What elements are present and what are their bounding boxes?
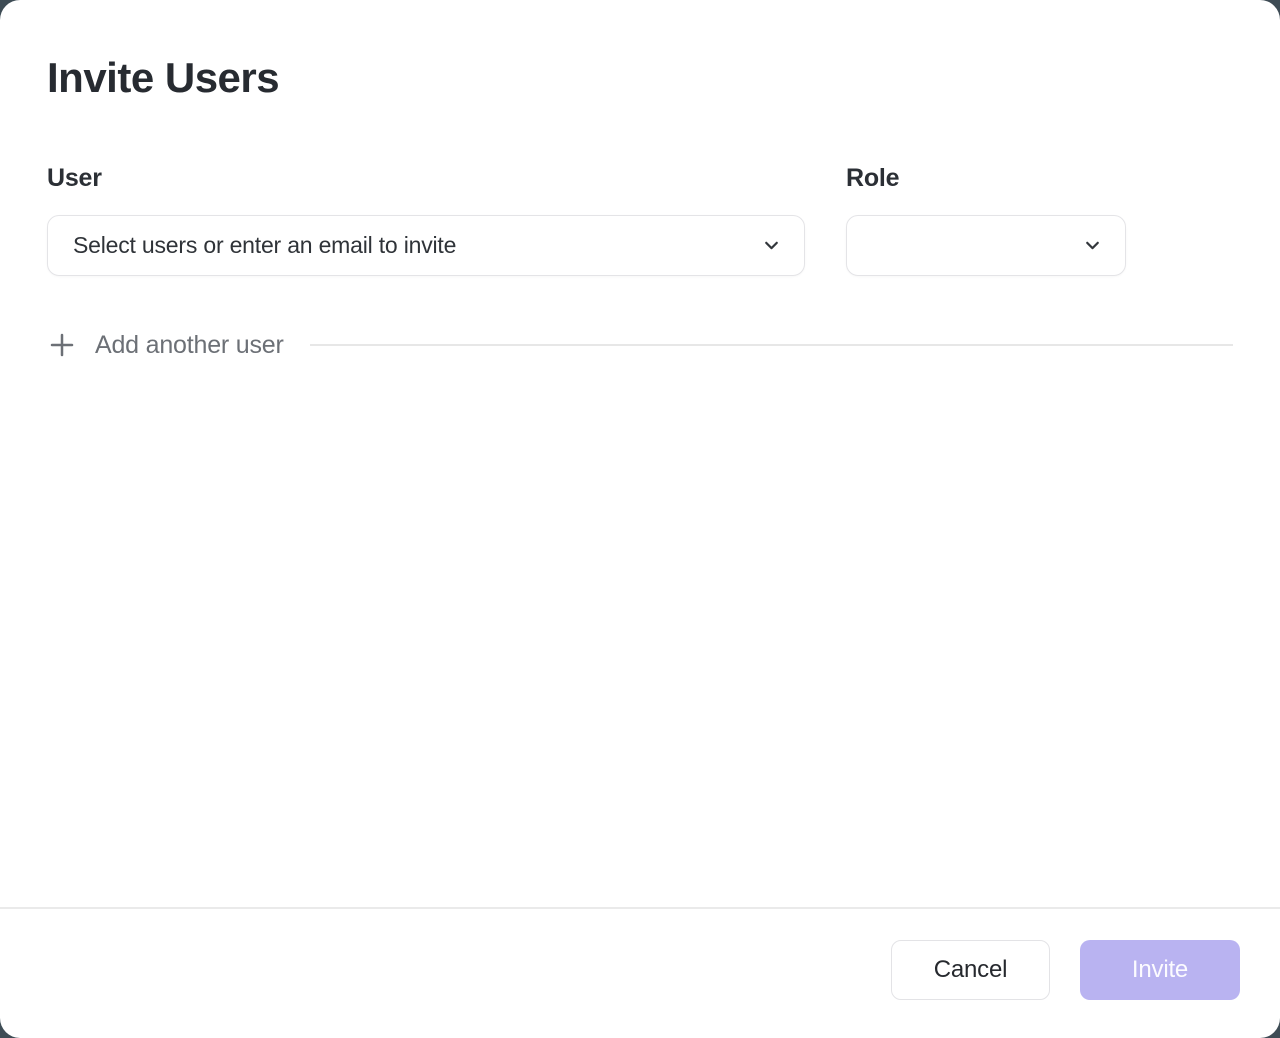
page-title: Invite Users [47, 54, 1233, 102]
role-field-group: Role [846, 164, 1126, 276]
modal-body: Invite Users User Select users or enter … [0, 0, 1280, 907]
add-another-user-label: Add another user [95, 331, 284, 360]
chevron-down-icon [1081, 235, 1103, 257]
add-user-row: Add another user [47, 330, 1233, 360]
chevron-down-icon [760, 235, 782, 257]
invite-users-modal: Invite Users User Select users or enter … [0, 0, 1280, 1038]
user-select[interactable]: Select users or enter an email to invite [47, 215, 805, 276]
user-field-group: User Select users or enter an email to i… [47, 164, 805, 276]
row-divider [310, 344, 1233, 346]
invite-form-row: User Select users or enter an email to i… [47, 164, 1233, 276]
invite-button[interactable]: Invite [1080, 940, 1240, 1000]
plus-icon [47, 330, 77, 360]
modal-footer: Cancel Invite [0, 907, 1280, 1038]
user-field-label: User [47, 164, 805, 193]
role-select[interactable] [846, 215, 1126, 276]
role-field-label: Role [846, 164, 1126, 193]
cancel-button[interactable]: Cancel [891, 940, 1050, 1000]
add-another-user-button[interactable]: Add another user [47, 330, 284, 360]
user-select-placeholder: Select users or enter an email to invite [73, 232, 760, 259]
